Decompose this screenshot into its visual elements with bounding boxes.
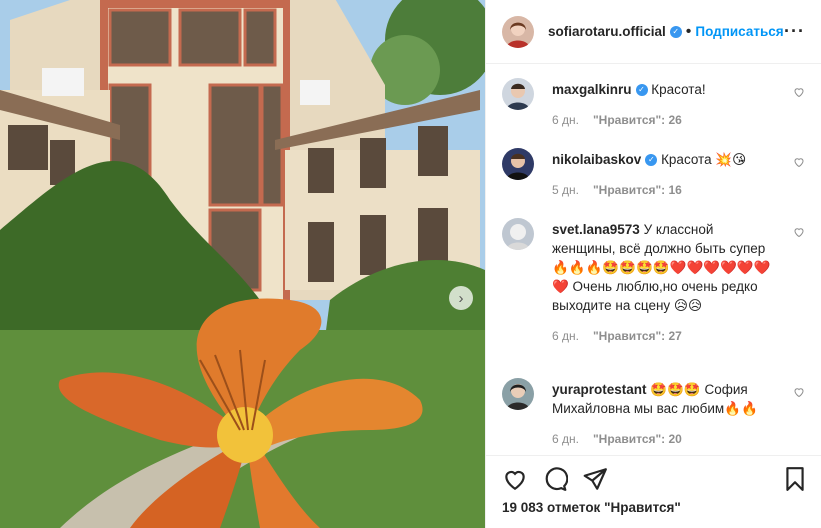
share-paper-plane-icon[interactable] (582, 466, 608, 492)
comment-meta: 5 дн. "Нравится": 16 (552, 181, 772, 200)
comment-age[interactable]: 6 дн. (552, 329, 579, 343)
save-bookmark-icon[interactable] (782, 466, 808, 492)
comment-text: Красота! (651, 82, 706, 97)
commenter-avatar[interactable] (502, 218, 534, 250)
comments-list[interactable]: maxgalkinru ✓ Красота! 6 дн. "Нравится": 2… (486, 64, 821, 455)
comment-username[interactable]: maxgalkinru (552, 82, 632, 97)
comment-username[interactable]: nikolaibaskov (552, 152, 641, 167)
comment-username[interactable]: svet.lana9573 (552, 222, 640, 237)
author-avatar[interactable] (502, 15, 534, 48)
like-comment-heart-icon[interactable] (793, 156, 805, 168)
comment-likes[interactable]: "Нравится": 16 (593, 183, 682, 197)
like-comment-heart-icon[interactable] (793, 226, 805, 238)
comment-age[interactable]: 6 дн. (552, 432, 579, 446)
comment-item: nikolaibaskov ✓ Красота 💥😘 5 дн. "Нравится… (502, 148, 805, 200)
comment-meta: 6 дн. "Нравится": 26 (552, 111, 772, 130)
likes-count[interactable]: 19 083 отметок "Нравится" (502, 500, 681, 515)
comment-age[interactable]: 5 дн. (552, 183, 579, 197)
comment-likes[interactable]: "Нравится": 20 (593, 432, 682, 446)
house-and-lily-photo (0, 0, 485, 528)
commenter-avatar[interactable] (502, 148, 534, 180)
comment-item: yuraprotestant 🤩🤩🤩 София Михайловна мы в… (502, 378, 805, 449)
post-side-panel: sofiarotaru.official ✓ • Подписаться ···… (485, 0, 821, 528)
commenter-avatar[interactable] (502, 378, 534, 410)
more-options-icon[interactable]: ··· (784, 21, 805, 42)
post-photo[interactable]: › (0, 0, 485, 528)
follow-button[interactable]: Подписаться (695, 24, 783, 39)
separator-dot: • (685, 22, 692, 40)
comment-text: Красота 💥😘 (661, 152, 747, 167)
carousel-next-button[interactable]: › (449, 286, 473, 310)
like-comment-heart-icon[interactable] (793, 86, 805, 98)
verified-badge-icon: ✓ (669, 25, 682, 38)
verified-badge-icon: ✓ (635, 84, 648, 97)
comment-username[interactable]: yuraprotestant (552, 382, 647, 397)
comment-age[interactable]: 6 дн. (552, 113, 579, 127)
author-username[interactable]: sofiarotaru.official (548, 24, 666, 39)
comment-bubble-icon[interactable] (542, 466, 568, 492)
comment-meta: 6 дн. "Нравится": 20 (552, 430, 772, 449)
post-actions-bar (486, 455, 821, 496)
verified-badge-icon: ✓ (645, 154, 658, 167)
comment-likes[interactable]: "Нравится": 26 (593, 113, 682, 127)
like-comment-heart-icon[interactable] (793, 386, 805, 398)
comment-item: svet.lana9573 У классной женщины, всё до… (502, 218, 805, 346)
comment-likes[interactable]: "Нравится": 27 (593, 329, 682, 343)
commenter-avatar[interactable] (502, 78, 534, 110)
like-heart-icon[interactable] (502, 466, 528, 492)
post-header: sofiarotaru.official ✓ • Подписаться ··· (486, 0, 821, 64)
comment-item: maxgalkinru ✓ Красота! 6 дн. "Нравится": 2… (502, 78, 805, 130)
comment-meta: 6 дн. "Нравится": 27 (552, 327, 772, 346)
